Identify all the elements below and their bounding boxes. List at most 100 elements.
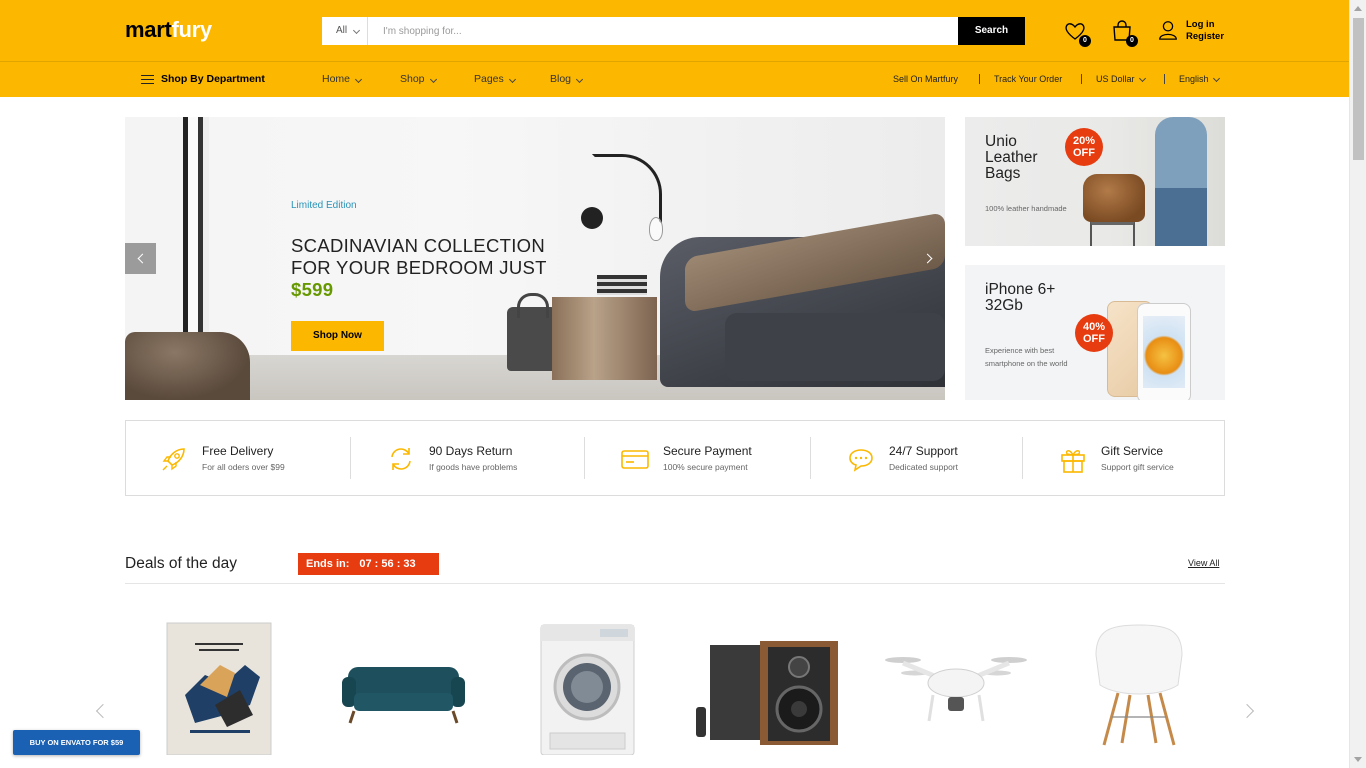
track-order-link[interactable]: Track Your Order [994, 74, 1062, 84]
divider [810, 437, 811, 479]
hero-price: $599 [291, 279, 334, 300]
discount-badge: 20% OFF [1065, 128, 1103, 166]
wishlist-count-badge: 0 [1079, 35, 1091, 47]
promo-title: Unio Leather Bags [985, 133, 1038, 182]
promo-description: Experience with best smartphone on the w… [985, 346, 1068, 368]
promo-title: iPhone 6+ 32Gb [985, 281, 1056, 314]
nav-blog[interactable]: Blog [550, 73, 584, 85]
cart-count-badge: 0 [1126, 35, 1138, 47]
currency-select[interactable]: US Dollar [1096, 74, 1147, 84]
feature-subtitle: If goods have problems [429, 462, 518, 472]
scrollbar-thumb[interactable] [1353, 18, 1364, 160]
slider-next-button[interactable] [914, 243, 945, 274]
discount-badge: 40% OFF [1075, 314, 1113, 352]
slider-prev-button[interactable] [125, 243, 156, 274]
header-bar: martfury All Search 0 0 Log in Register [0, 0, 1349, 61]
search-category-select[interactable]: All [322, 17, 368, 45]
promo-model-image [1155, 117, 1207, 246]
hero-tag: Limited Edition [291, 200, 357, 211]
search-input[interactable] [369, 17, 957, 45]
hero-side-table [552, 297, 657, 380]
hero-mattress [725, 313, 945, 381]
feature-subtitle: Dedicated support [889, 462, 958, 472]
nav-home[interactable]: Home [322, 73, 363, 85]
product-card-drone[interactable] [885, 605, 1027, 768]
features-strip: Free Delivery For all oders over $99 90 … [125, 420, 1225, 496]
product-image-washing-machine [540, 624, 635, 756]
credit-card-icon [621, 450, 649, 469]
feature-title: Gift Service [1101, 444, 1164, 458]
buy-on-envato-button[interactable]: BUY ON ENVATO FOR $59 [13, 730, 140, 755]
scroll-down-arrow[interactable] [1354, 757, 1362, 762]
register-link[interactable]: Register [1186, 31, 1224, 43]
feature-title: Free Delivery [202, 444, 274, 458]
hero-lamp [592, 154, 662, 224]
product-image-drone [885, 657, 1027, 722]
cart-button[interactable]: 0 [1110, 19, 1138, 47]
product-card-book[interactable] [165, 605, 273, 768]
hero-lamp-bulb [649, 217, 663, 241]
hero-bag [507, 293, 557, 371]
hero-books [597, 275, 647, 295]
product-image-speakers [696, 641, 838, 745]
main-navigation: Shop By Department Home Shop Pages Blog … [0, 61, 1349, 97]
hero-slider[interactable]: Limited Edition SCADINAVIAN COLLECTION F… [125, 117, 945, 400]
feature-title: 24/7 Support [889, 444, 958, 458]
search-bar: All Search [322, 17, 1025, 45]
feature-title: 90 Days Return [429, 444, 513, 458]
deals-section-title: Deals of the day [125, 555, 238, 572]
search-button[interactable]: Search [958, 17, 1025, 45]
hero-caption: Limited Edition SCADINAVIAN COLLECTION F… [291, 200, 551, 351]
view-all-link[interactable]: View All [1188, 558, 1219, 568]
product-card-chair[interactable] [1090, 605, 1188, 768]
user-icon [1157, 19, 1181, 43]
deals-next-arrow[interactable] [1239, 703, 1255, 719]
hero-title: SCADINAVIAN COLLECTION FOR YOUR BEDROOM … [291, 235, 547, 300]
language-select[interactable]: English [1179, 74, 1221, 84]
divider [584, 437, 585, 479]
promo-description: 100% leather handmade [985, 204, 1067, 213]
nav-pages[interactable]: Pages [474, 73, 517, 85]
feature-subtitle: Support gift service [1101, 462, 1174, 472]
hamburger-icon [141, 75, 154, 84]
wishlist-button[interactable]: 0 [1063, 19, 1091, 47]
countdown-timer: 07 : 56 : 33 [359, 558, 416, 570]
hero-stool [125, 332, 250, 400]
feature-subtitle: For all oders over $99 [202, 462, 285, 472]
divider [125, 583, 1225, 584]
nav-shop[interactable]: Shop [400, 73, 438, 85]
page: martfury All Search 0 0 Log in Register … [0, 0, 1349, 768]
promo-phone-front-image [1137, 303, 1191, 400]
product-image-book [166, 622, 272, 756]
product-image-chair [1095, 624, 1183, 746]
product-card-washing-machine[interactable] [540, 605, 635, 768]
hero-lamp-base [581, 207, 603, 229]
divider [1081, 74, 1082, 84]
rocket-icon [162, 448, 185, 471]
promo-bag-image [1083, 174, 1145, 222]
refresh-icon [391, 448, 411, 470]
feature-title: Secure Payment [663, 444, 752, 458]
divider [1022, 437, 1023, 479]
sell-on-martfury-link[interactable]: Sell On Martfury [893, 74, 958, 84]
promo-stool [1090, 221, 1135, 246]
scroll-up-arrow[interactable] [1354, 6, 1362, 11]
shop-by-department-menu[interactable]: Shop By Department [141, 73, 265, 85]
vertical-scrollbar[interactable] [1349, 0, 1366, 768]
gift-icon [1061, 450, 1085, 473]
divider [979, 74, 980, 84]
chat-icon [849, 449, 873, 472]
countdown-badge: Ends in: 07 : 56 : 33 [298, 553, 439, 575]
logo[interactable]: martfury [125, 17, 212, 43]
divider [1164, 74, 1165, 84]
product-image-sofa [342, 667, 465, 724]
deals-prev-arrow[interactable] [95, 703, 111, 719]
promo-leather-bags[interactable]: Unio Leather Bags 100% leather handmade … [965, 117, 1225, 246]
account-links: Log in Register [1186, 19, 1224, 43]
shop-now-button[interactable]: Shop Now [291, 321, 384, 351]
product-card-speakers[interactable] [688, 605, 853, 768]
login-link[interactable]: Log in [1186, 19, 1224, 31]
feature-subtitle: 100% secure payment [663, 462, 748, 472]
promo-iphone[interactable]: iPhone 6+ 32Gb Experience with best smar… [965, 265, 1225, 400]
product-card-sofa[interactable] [340, 605, 467, 768]
